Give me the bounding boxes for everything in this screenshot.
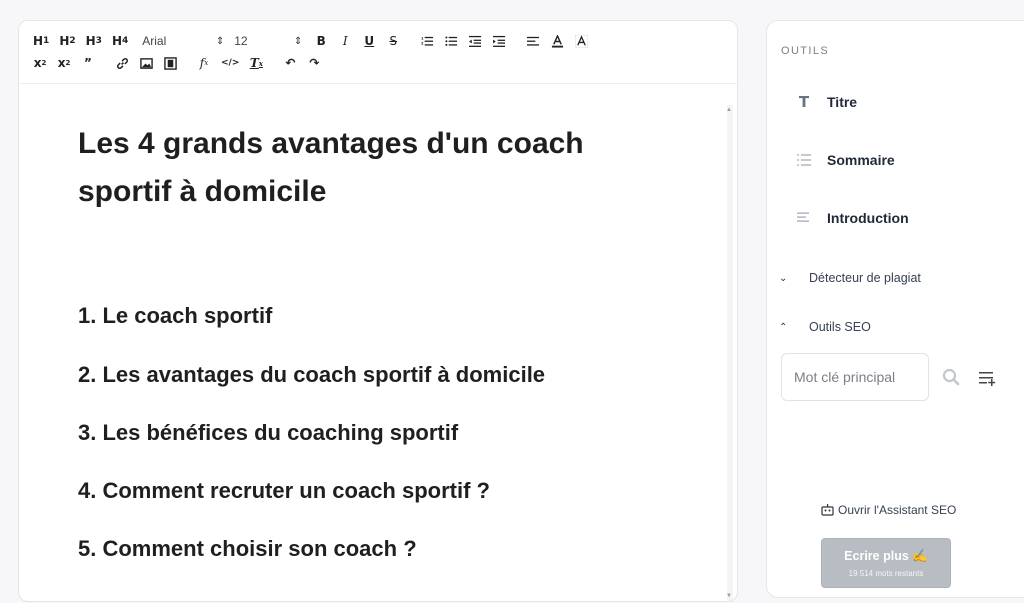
editor-toolbar: H1 H2 H3 H4 Arial ⇕ 12 ⇕ B I U S 12 x 2 … xyxy=(19,21,737,84)
outdent-icon[interactable] xyxy=(466,32,484,50)
quote-icon[interactable]: ” xyxy=(79,54,97,72)
font-family-value: Arial xyxy=(142,34,167,48)
toc-item-4[interactable]: 4. Comment recruter un coach sportif ? xyxy=(78,478,490,504)
toc-item-2[interactable]: 2. Les avantages du coach sportif à domi… xyxy=(78,362,545,388)
sidebar-heading: OUTILS xyxy=(781,45,830,57)
keyword-input[interactable] xyxy=(781,353,929,401)
unordered-list-icon[interactable] xyxy=(442,32,460,50)
editor-scrollbar[interactable]: ▲ ▼ xyxy=(725,105,735,601)
svg-text:1: 1 xyxy=(421,36,424,40)
video-icon[interactable] xyxy=(161,54,179,72)
select-arrows-icon: ⇕ xyxy=(293,35,303,47)
superscript-icon[interactable]: x2 xyxy=(31,54,49,72)
document-title[interactable]: Les 4 grands avantages d'un coach sporti… xyxy=(78,120,678,216)
robot-icon xyxy=(821,504,834,516)
scroll-up-arrow-icon[interactable]: ▲ xyxy=(726,107,732,113)
code-icon[interactable]: </> xyxy=(219,54,241,72)
select-arrows-icon: ⇕ xyxy=(215,35,225,47)
subscript-icon[interactable]: x2 xyxy=(55,54,73,72)
clear-format-icon[interactable]: Tx xyxy=(247,54,265,72)
title-icon: T xyxy=(798,93,810,111)
list-icon xyxy=(797,153,811,167)
toolbar-row-1: H1 H2 H3 H4 Arial ⇕ 12 ⇕ B I U S 12 xyxy=(31,31,596,51)
strikethrough-icon[interactable]: S xyxy=(384,32,402,50)
editor-content[interactable]: Les 4 grands avantages d'un coach sporti… xyxy=(19,84,721,601)
ordered-list-icon[interactable]: 12 xyxy=(418,32,436,50)
paragraph-icon xyxy=(797,211,811,225)
add-to-list-icon[interactable] xyxy=(977,368,997,388)
underline-icon[interactable]: U xyxy=(360,32,378,50)
words-remaining: 19 514 mots restants xyxy=(848,568,924,578)
heading-4-button[interactable]: H4 xyxy=(110,32,130,50)
editor-panel: H1 H2 H3 H4 Arial ⇕ 12 ⇕ B I U S 12 x 2 … xyxy=(18,20,738,602)
plagiarism-detector-toggle[interactable]: ⌄ Détecteur de plagiat xyxy=(779,271,921,285)
toc-item-1[interactable]: 1. Le coach sportif xyxy=(78,303,272,329)
link-icon[interactable] xyxy=(113,54,131,72)
scrollbar-track[interactable] xyxy=(727,105,733,601)
tools-sidebar: OUTILS T Titre Sommaire Introduction ⌄ D… xyxy=(766,20,1024,598)
tool-label: Sommaire xyxy=(827,152,895,168)
heading-2-button[interactable]: H2 xyxy=(57,32,77,50)
search-icon[interactable] xyxy=(941,367,961,387)
tool-label: Titre xyxy=(827,94,858,110)
heading-3-button[interactable]: H3 xyxy=(84,32,104,50)
align-left-icon[interactable] xyxy=(524,32,542,50)
write-more-button[interactable]: Ecrire plus ✍️ 19 514 mots restants xyxy=(821,538,951,588)
tool-label: Introduction xyxy=(827,210,909,226)
seo-tools-toggle[interactable]: ⌃ Outils SEO xyxy=(779,320,871,334)
indent-icon[interactable] xyxy=(490,32,508,50)
plagiarism-label: Détecteur de plagiat xyxy=(809,271,921,285)
open-seo-assistant-link[interactable]: Ouvrir l'Assistant SEO xyxy=(821,503,956,517)
highlight-icon[interactable] xyxy=(572,32,590,50)
heading-1-button[interactable]: H1 xyxy=(31,32,51,50)
font-size-select[interactable]: 12 ⇕ xyxy=(234,32,302,50)
bold-icon[interactable]: B xyxy=(312,32,330,50)
chevron-down-icon: ⌄ xyxy=(779,272,788,284)
redo-icon[interactable]: ↷ xyxy=(305,54,323,72)
font-size-value: 12 xyxy=(234,34,248,48)
italic-icon[interactable]: I xyxy=(336,32,354,50)
chevron-up-icon: ⌃ xyxy=(779,321,788,333)
image-icon[interactable] xyxy=(137,54,155,72)
tool-sommaire[interactable]: Sommaire xyxy=(797,152,895,168)
write-more-label: Ecrire plus ✍️ xyxy=(844,548,928,563)
seo-tools-label: Outils SEO xyxy=(809,320,871,334)
svg-text:2: 2 xyxy=(421,41,424,45)
toolbar-row-2: x2 x2 ” fx </> Tx ↶ ↷ xyxy=(31,53,329,73)
undo-icon[interactable]: ↶ xyxy=(281,54,299,72)
assistant-link-label: Ouvrir l'Assistant SEO xyxy=(838,503,957,517)
toc-item-3[interactable]: 3. Les bénéfices du coaching sportif xyxy=(78,420,458,446)
scroll-down-arrow-icon[interactable]: ▼ xyxy=(726,593,732,599)
toc-item-5[interactable]: 5. Comment choisir son coach ? xyxy=(78,536,417,562)
formula-icon[interactable]: fx xyxy=(195,54,213,72)
tool-titre[interactable]: T Titre xyxy=(797,93,858,111)
font-family-select[interactable]: Arial ⇕ xyxy=(136,32,224,50)
tool-introduction[interactable]: Introduction xyxy=(797,210,909,226)
text-color-icon[interactable] xyxy=(548,32,566,50)
